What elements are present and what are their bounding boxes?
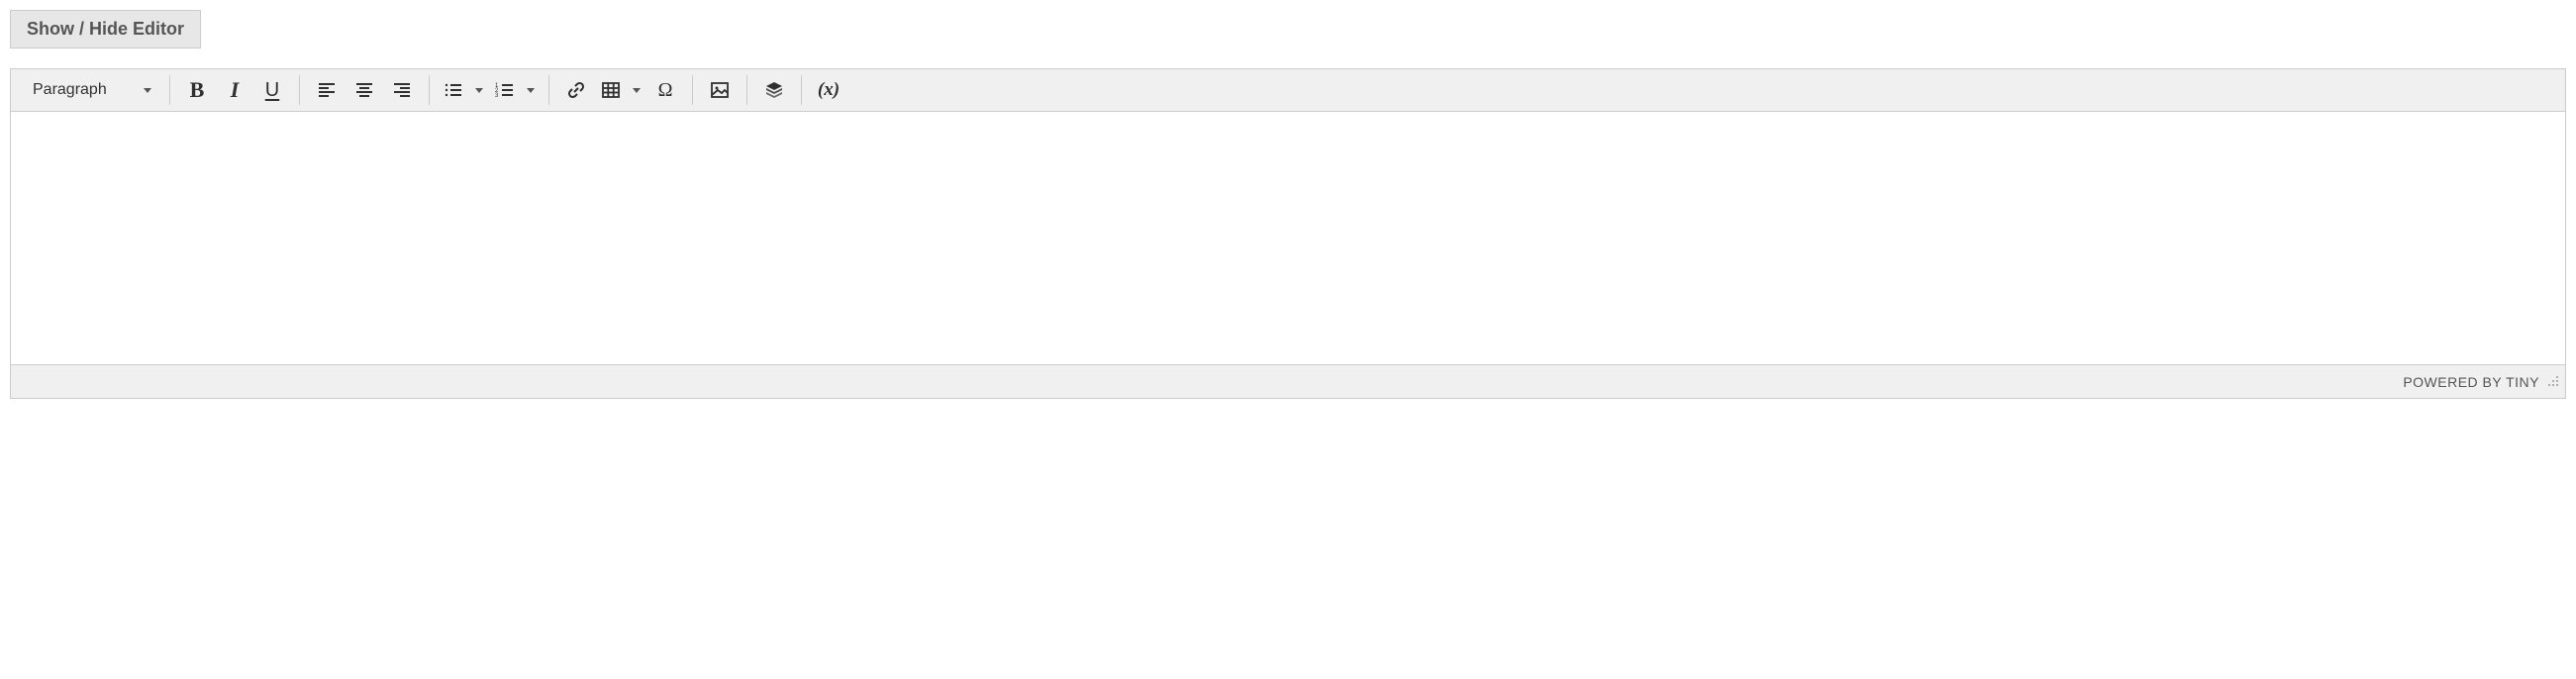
align-left-button[interactable]	[308, 73, 346, 107]
chevron-down-icon	[475, 88, 483, 93]
toolbar-separator	[169, 75, 170, 105]
editor-container: Paragraph B I U	[10, 68, 2566, 399]
italic-button[interactable]: I	[216, 73, 253, 107]
toolbar-separator	[429, 75, 430, 105]
link-icon	[566, 80, 586, 100]
chevron-down-icon	[633, 88, 641, 93]
resize-handle[interactable]	[2545, 373, 2559, 390]
bold-button[interactable]: B	[178, 73, 216, 107]
layers-icon	[764, 80, 784, 100]
align-center-icon	[354, 80, 374, 100]
special-character-button[interactable]: Ω	[646, 73, 684, 107]
toolbar-separator	[746, 75, 747, 105]
format-select[interactable]: Paragraph	[23, 75, 161, 105]
toolbar-separator	[801, 75, 802, 105]
table-icon	[601, 80, 621, 100]
toolbar-separator	[548, 75, 549, 105]
numbered-list-icon: 123	[495, 80, 515, 100]
editor-toolbar: Paragraph B I U	[11, 69, 2565, 112]
bullet-list-icon	[444, 80, 463, 100]
variable-icon: (x)	[818, 79, 840, 101]
widget-button[interactable]	[755, 73, 793, 107]
align-left-icon	[317, 80, 337, 100]
image-button[interactable]	[701, 73, 739, 107]
branding-label: POWERED BY TINY	[2403, 374, 2539, 390]
align-right-button[interactable]	[383, 73, 421, 107]
underline-icon: U	[265, 79, 279, 102]
toolbar-separator	[692, 75, 693, 105]
table-button[interactable]	[595, 73, 646, 107]
align-right-icon	[392, 80, 412, 100]
resize-icon	[2545, 373, 2559, 387]
variable-button[interactable]: (x)	[810, 73, 847, 107]
image-icon	[710, 80, 730, 100]
link-button[interactable]	[557, 73, 595, 107]
svg-text:Ω: Ω	[658, 79, 673, 101]
chevron-down-icon	[144, 88, 151, 93]
bold-icon: B	[190, 77, 205, 103]
numbered-list-button[interactable]: 123	[489, 73, 541, 107]
editor-content-area[interactable]	[11, 112, 2565, 364]
toggle-editor-button[interactable]: Show / Hide Editor	[10, 10, 201, 48]
align-center-button[interactable]	[346, 73, 383, 107]
omega-icon: Ω	[654, 79, 676, 101]
bullet-list-button[interactable]	[438, 73, 489, 107]
italic-icon: I	[231, 77, 240, 103]
underline-button[interactable]: U	[253, 73, 291, 107]
editor-statusbar: POWERED BY TINY	[11, 364, 2565, 398]
svg-text:3: 3	[495, 93, 499, 99]
format-select-label: Paragraph	[33, 81, 107, 99]
chevron-down-icon	[527, 88, 535, 93]
toolbar-separator	[299, 75, 300, 105]
